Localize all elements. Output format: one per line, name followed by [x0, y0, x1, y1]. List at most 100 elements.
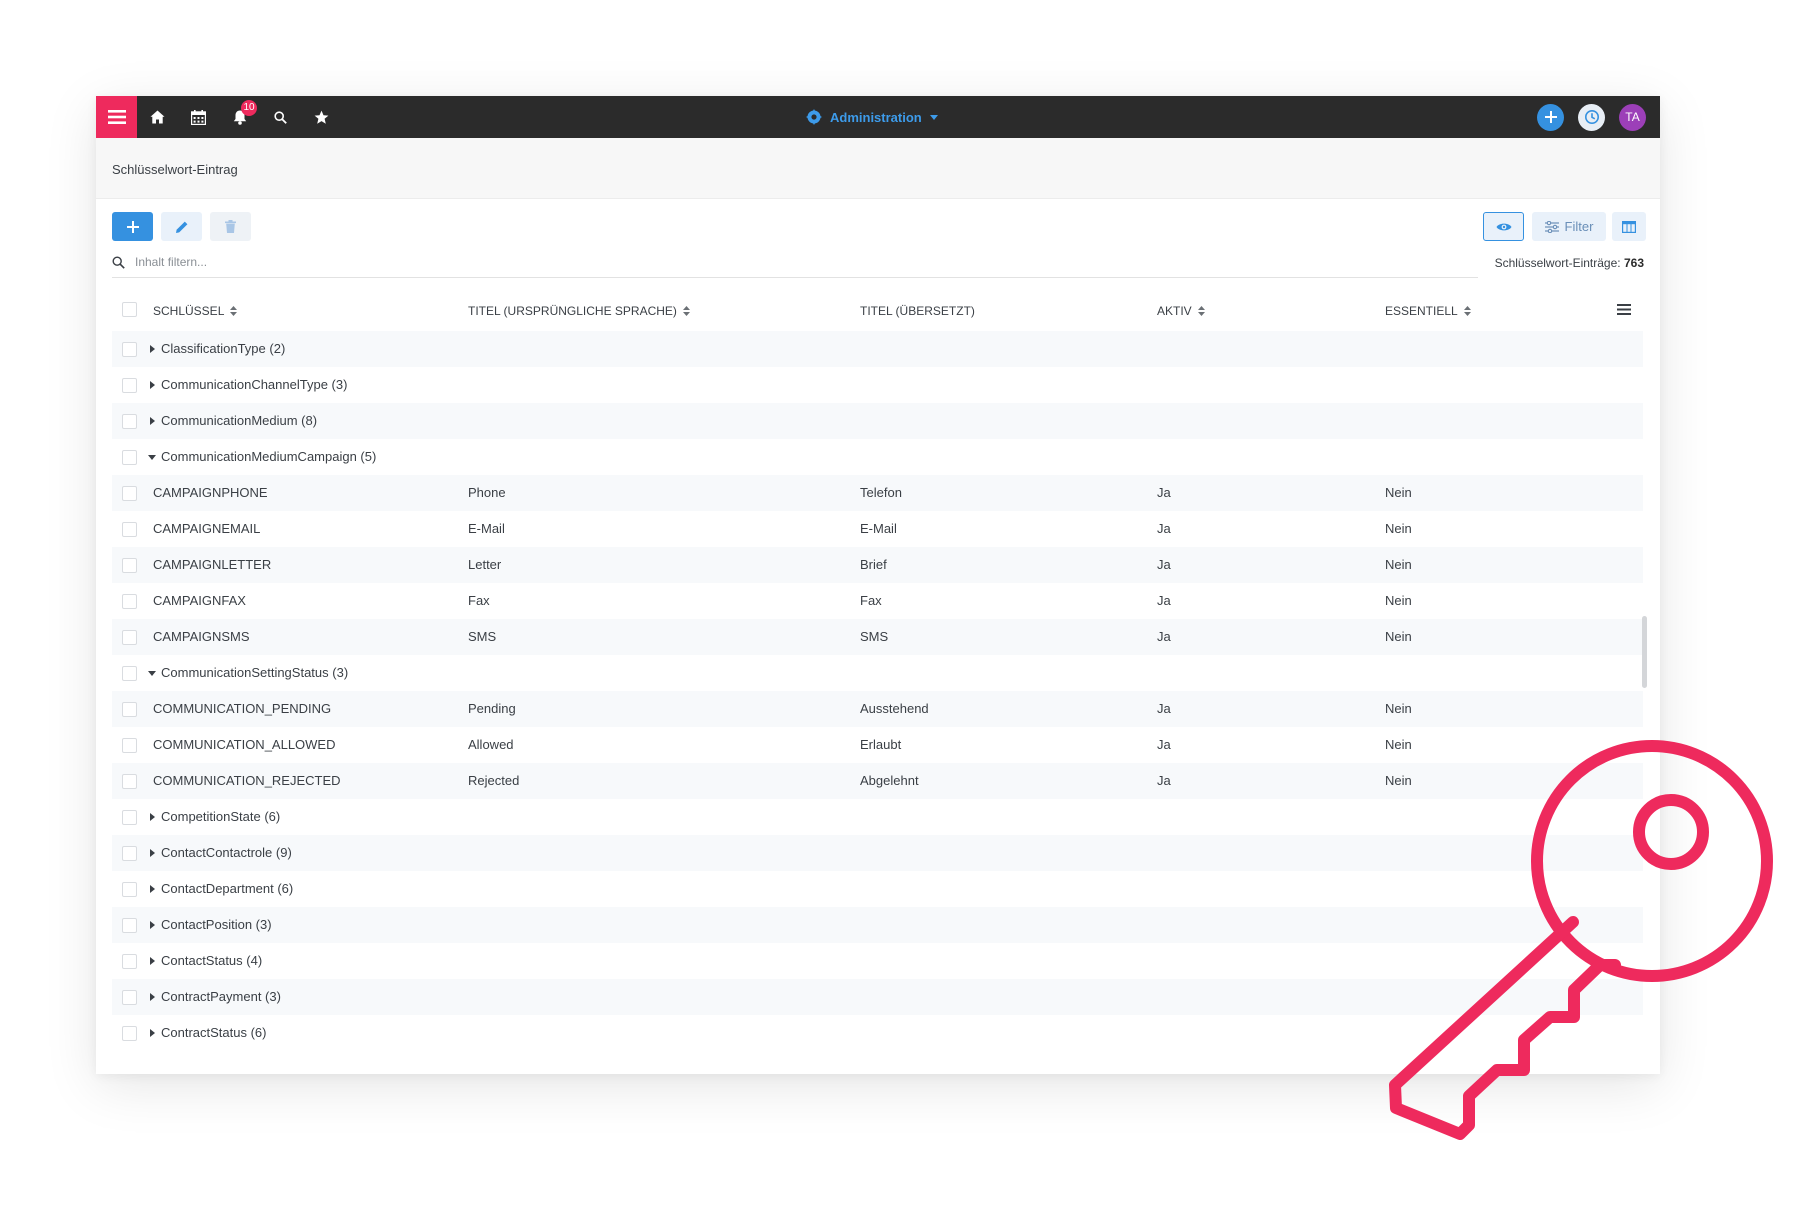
app-name: Administration: [830, 109, 922, 125]
row-checkbox[interactable]: [122, 450, 137, 465]
row-checkbox[interactable]: [122, 594, 137, 609]
column-header-title-translated[interactable]: TITEL (ÜBERSETZT): [860, 304, 975, 318]
row-checkbox[interactable]: [122, 810, 137, 825]
caret-right-icon[interactable]: [147, 416, 157, 426]
group-label: ContactPosition (3): [161, 917, 272, 932]
column-header-title-original[interactable]: TITEL (URSPRÜNGLICHE SPRACHE): [468, 304, 690, 318]
cell-essential: Nein: [1385, 701, 1412, 716]
group-row-communicationchanneltype-3[interactable]: CommunicationChannelType (3): [112, 367, 1643, 403]
quick-add-button[interactable]: [1537, 103, 1564, 131]
column-layout-button[interactable]: [1612, 212, 1646, 241]
group-row-communicationmediumcampaign-5[interactable]: CommunicationMediumCampaign (5): [112, 439, 1643, 475]
cell-essential: Nein: [1385, 521, 1412, 536]
group-row-communicationsettingstatus-3[interactable]: CommunicationSettingStatus (3): [112, 655, 1643, 691]
cell-title-original: Rejected: [468, 773, 520, 788]
add-button[interactable]: [112, 212, 153, 241]
history-button[interactable]: [1578, 103, 1605, 131]
table-row[interactable]: COMMUNICATION_PENDING Pending Ausstehend Ja…: [112, 691, 1643, 727]
row-checkbox[interactable]: [122, 414, 137, 429]
row-checkbox[interactable]: [122, 1026, 137, 1041]
row-checkbox[interactable]: [122, 486, 137, 501]
cell-active: Ja: [1157, 557, 1171, 572]
table-row[interactable]: CAMPAIGNPHONE Phone Telefon Ja Nein: [112, 475, 1643, 511]
column-header-active[interactable]: AKTIV: [1157, 304, 1205, 318]
hamburger-menu-button[interactable]: [96, 96, 137, 138]
row-checkbox[interactable]: [122, 882, 137, 897]
table-row[interactable]: CAMPAIGNSMS SMS SMS Ja Nein: [112, 619, 1643, 655]
row-checkbox[interactable]: [122, 954, 137, 969]
group-row-communicationmedium-8[interactable]: CommunicationMedium (8): [112, 403, 1643, 439]
table-row[interactable]: CAMPAIGNFAX Fax Fax Ja Nein: [112, 583, 1643, 619]
row-checkbox[interactable]: [122, 990, 137, 1005]
administration-gear-icon: [806, 109, 822, 125]
caret-down-icon[interactable]: [147, 452, 157, 462]
row-checkbox[interactable]: [122, 342, 137, 357]
table-row[interactable]: CAMPAIGNLETTER Letter Brief Ja Nein: [112, 547, 1643, 583]
cell-title-original: Fax: [468, 593, 490, 608]
column-header-key[interactable]: SCHLÜSSEL: [153, 304, 238, 318]
topbar-actions: TA: [1537, 96, 1646, 138]
row-checkbox[interactable]: [122, 522, 137, 537]
group-label: CommunicationSettingStatus (3): [161, 665, 349, 680]
group-row-classificationtype-2[interactable]: ClassificationType (2): [112, 331, 1643, 367]
delete-button[interactable]: [210, 212, 251, 241]
star-icon: [314, 110, 329, 124]
cell-active: Ja: [1157, 737, 1171, 752]
select-all-checkbox[interactable]: [122, 302, 137, 317]
caret-right-icon[interactable]: [147, 884, 157, 894]
cell-essential: Nein: [1385, 557, 1412, 572]
key-icon: [1389, 740, 1773, 1140]
caret-right-icon[interactable]: [147, 344, 157, 354]
cell-key: CAMPAIGNLETTER: [153, 557, 272, 572]
row-checkbox[interactable]: [122, 378, 137, 393]
calendar-button[interactable]: [178, 96, 219, 138]
cell-key: COMMUNICATION_PENDING: [153, 701, 332, 716]
row-checkbox[interactable]: [122, 774, 137, 789]
caret-right-icon[interactable]: [147, 812, 157, 822]
row-checkbox[interactable]: [122, 918, 137, 933]
breadcrumb: Schlüsselwort-Eintrag: [112, 162, 238, 177]
caret-right-icon[interactable]: [147, 848, 157, 858]
cell-title-translated: E-Mail: [860, 521, 897, 536]
cell-title-translated: Ausstehend: [860, 701, 929, 716]
cell-essential: Nein: [1385, 593, 1412, 608]
row-checkbox[interactable]: [122, 702, 137, 717]
cell-active: Ja: [1157, 773, 1171, 788]
search-button[interactable]: [260, 96, 301, 138]
caret-right-icon[interactable]: [147, 956, 157, 966]
row-checkbox[interactable]: [122, 738, 137, 753]
row-checkbox[interactable]: [122, 558, 137, 573]
filter-button[interactable]: Filter: [1532, 212, 1606, 241]
edit-button[interactable]: [161, 212, 202, 241]
user-avatar[interactable]: TA: [1619, 103, 1646, 131]
caret-right-icon[interactable]: [147, 920, 157, 930]
row-checkbox[interactable]: [122, 666, 137, 681]
cell-key: CAMPAIGNSMS: [153, 629, 250, 644]
caret-down-icon[interactable]: [147, 668, 157, 678]
caret-right-icon[interactable]: [147, 380, 157, 390]
column-header-essential[interactable]: ESSENTIELL: [1385, 304, 1471, 318]
notification-count-badge: 10: [241, 100, 257, 116]
cell-title-original: Letter: [468, 557, 502, 572]
table-scrollbar[interactable]: [1642, 616, 1647, 688]
caret-right-icon[interactable]: [147, 992, 157, 1002]
caret-right-icon[interactable]: [147, 1028, 157, 1038]
row-checkbox[interactable]: [122, 630, 137, 645]
row-checkbox[interactable]: [122, 846, 137, 861]
table-row[interactable]: CAMPAIGNEMAIL E-Mail E-Mail Ja Nein: [112, 511, 1643, 547]
group-label: CompetitionState (6): [161, 809, 281, 824]
home-button[interactable]: [137, 96, 178, 138]
column-menu-button[interactable]: [1617, 304, 1631, 318]
cell-active: Ja: [1157, 593, 1171, 608]
cell-key: CAMPAIGNFAX: [153, 593, 246, 608]
cell-title-original: Pending: [468, 701, 516, 716]
notifications-button[interactable]: 10: [219, 96, 260, 138]
view-toggle-button[interactable]: [1483, 212, 1524, 241]
content-filter-input[interactable]: [133, 254, 1437, 270]
favorites-button[interactable]: [301, 96, 342, 138]
cell-title-translated: Telefon: [860, 485, 902, 500]
content-filter-bar: [112, 247, 1478, 278]
app-switcher-dropdown[interactable]: Administration: [806, 96, 938, 138]
plus-icon: [1544, 111, 1557, 123]
cell-active: Ja: [1157, 521, 1171, 536]
